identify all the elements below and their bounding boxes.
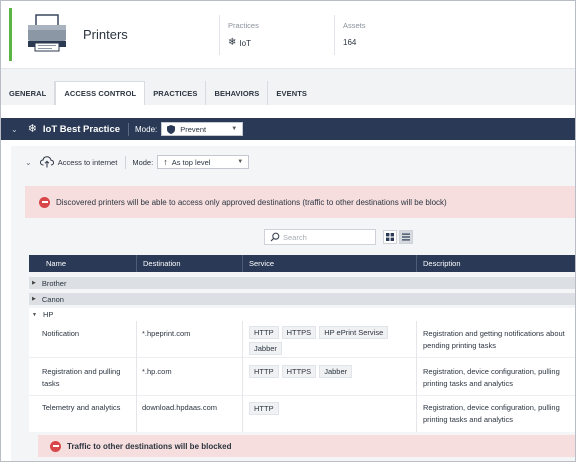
service-chip: HTTPS xyxy=(281,326,317,339)
service-chip: HTTP xyxy=(249,326,279,339)
grid-icon xyxy=(386,233,394,241)
divider xyxy=(125,155,127,169)
row-services: HTTP HTTPS HP ePrint Servise Jabber xyxy=(249,326,421,355)
snowflake-icon: ❄ xyxy=(27,122,37,135)
header-divider xyxy=(334,15,335,55)
group-row-canon[interactable]: ▶ Canon xyxy=(29,293,575,305)
mode-label: Mode: xyxy=(135,124,158,134)
practices-value-text: IoT xyxy=(239,38,251,48)
subsection-name: Access to internet xyxy=(57,157,118,167)
table-header: Name Destination Service Description xyxy=(29,255,575,272)
tab-behaviors[interactable]: BEHAVIORS xyxy=(206,81,269,105)
subsection-header: ⌄ Access to internet Mode: ↑ As top leve… xyxy=(11,151,250,173)
subsection-mode-value: As top level xyxy=(171,157,211,167)
service-chip: HTTP xyxy=(249,365,279,378)
service-chip: HP ePrint Servise xyxy=(319,326,389,339)
table-row[interactable]: Telemetry and analytics download.hpdaas.… xyxy=(29,396,575,432)
app-frame: Printers Practices ❄ IoT Assets 164 GENE… xyxy=(0,0,576,462)
column-divider xyxy=(242,321,243,432)
tab-bar: GENERAL ACCESS CONTROL PRACTICES BEHAVIO… xyxy=(1,81,315,105)
service-chip: HTTPS xyxy=(281,365,317,378)
divider xyxy=(128,122,130,136)
column-divider xyxy=(416,321,417,432)
row-destination: *.hpeprint.com xyxy=(142,329,191,338)
warning-alert: Discovered printers will be able to acce… xyxy=(25,186,575,218)
minus-circle-icon xyxy=(39,196,50,208)
mode-label: Mode: xyxy=(132,157,154,167)
row-description: Registration, device configuration, pull… xyxy=(423,367,560,388)
row-services: HTTP HTTPS Jabber xyxy=(249,365,421,378)
collapse-chevron-icon[interactable]: ⌄ xyxy=(11,125,18,134)
practices-value[interactable]: ❄ IoT xyxy=(228,38,251,48)
cloud-upload-icon xyxy=(39,156,54,168)
collapse-chevron-icon[interactable]: ⌄ xyxy=(25,158,32,167)
tab-access-control[interactable]: ACCESS CONTROL xyxy=(55,81,146,105)
column-header-service[interactable]: Service xyxy=(242,255,416,272)
search-input[interactable] xyxy=(283,232,373,242)
column-header-name[interactable]: Name xyxy=(29,255,136,272)
row-destination: *.hp.com xyxy=(142,367,172,376)
page-title: Printers xyxy=(83,27,128,42)
caret-right-icon: ▶ xyxy=(32,296,36,302)
header-accent-bar xyxy=(9,8,12,61)
row-services: HTTP xyxy=(249,402,421,415)
practice-name: IoT Best Practice xyxy=(42,123,121,135)
group-name: Brother xyxy=(41,278,67,288)
column-divider xyxy=(136,321,137,432)
chevron-down-icon: ▼ xyxy=(237,159,244,165)
group-row-brother[interactable]: ▶ Brother xyxy=(29,277,575,289)
row-destination: download.hpdaas.com xyxy=(142,403,218,412)
row-description: Registration and getting notifications a… xyxy=(423,329,565,350)
blocked-traffic-alert: Traffic to other destinations will be bl… xyxy=(38,435,575,457)
row-name: Notification xyxy=(42,329,80,338)
practice-mode-select[interactable]: Prevent ▼ xyxy=(161,122,244,136)
minus-circle-icon xyxy=(50,440,61,452)
service-chip: Jabber xyxy=(319,365,353,378)
row-description: Registration, device configuration, pull… xyxy=(423,403,560,424)
subsection-mode-select[interactable]: ↑ As top level ▼ xyxy=(157,155,250,169)
column-header-destination[interactable]: Destination xyxy=(136,255,242,272)
search-box[interactable] xyxy=(264,229,376,245)
table-row[interactable]: Registration and pulling tasks *.hp.com … xyxy=(29,358,575,396)
arrow-up-icon: ↑ xyxy=(163,157,168,167)
caret-right-icon: ▶ xyxy=(32,280,36,286)
assets-label: Assets xyxy=(343,21,366,30)
snowflake-icon: ❄ xyxy=(228,37,237,48)
table-row[interactable]: Notification *.hpeprint.com HTTP HTTPS H… xyxy=(29,321,575,358)
tab-events[interactable]: EVENTS xyxy=(268,81,315,105)
search-icon xyxy=(270,232,280,242)
practice-bar: ⌄ ❄ IoT Best Practice Mode: Prevent ▼ xyxy=(1,118,575,140)
service-chip: HTTP xyxy=(249,402,279,415)
service-chip: Jabber xyxy=(249,342,282,355)
alert-text: Discovered printers will be able to acce… xyxy=(56,197,447,207)
blocked-traffic-text: Traffic to other destinations will be bl… xyxy=(67,441,232,451)
tab-practices[interactable]: PRACTICES xyxy=(145,81,207,105)
group-row-hp[interactable]: ▼ HP xyxy=(29,308,575,321)
printer-icon xyxy=(28,14,66,52)
tab-general[interactable]: GENERAL xyxy=(1,81,56,105)
row-name: Telemetry and analytics xyxy=(42,403,121,412)
header-divider xyxy=(219,15,220,55)
assets-value: 164 xyxy=(343,38,357,47)
practices-label: Practices xyxy=(228,21,259,30)
row-name: Registration and pulling tasks xyxy=(42,367,121,388)
grid-view-button[interactable] xyxy=(383,230,397,244)
caret-down-icon: ▼ xyxy=(32,311,37,318)
chevron-down-icon: ▼ xyxy=(231,126,238,132)
list-view-button[interactable] xyxy=(399,230,413,244)
column-header-description[interactable]: Description xyxy=(416,255,575,272)
list-icon xyxy=(402,233,410,241)
practice-mode-value: Prevent xyxy=(180,124,207,134)
asset-header: Printers Practices ❄ IoT Assets 164 xyxy=(1,1,575,69)
shield-icon xyxy=(167,124,176,134)
group-name: HP xyxy=(42,310,54,319)
group-name: Canon xyxy=(41,294,64,304)
